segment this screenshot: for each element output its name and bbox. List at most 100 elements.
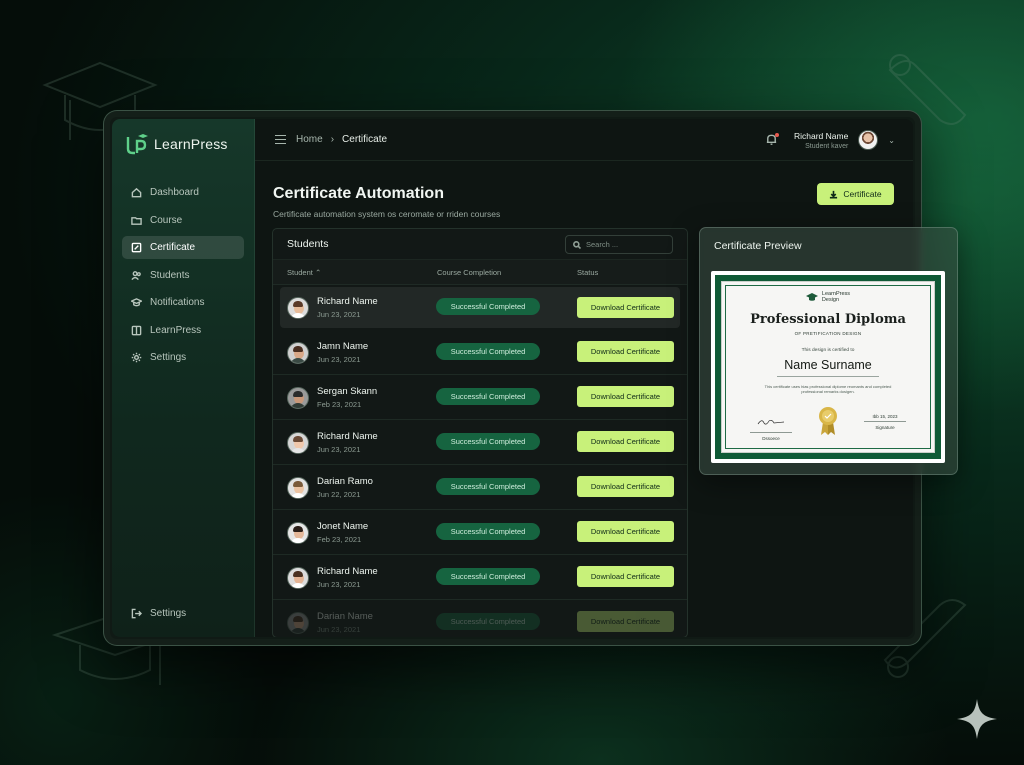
logo[interactable]: LearnPress	[126, 133, 228, 155]
avatar	[287, 386, 309, 409]
certificate-heading: Professional Diploma	[750, 312, 906, 327]
student-date: Jun 22, 2021	[317, 490, 361, 499]
table-row[interactable]: Darian Name Jun 23, 2021 Successful Comp…	[273, 600, 687, 637]
certificate-button[interactable]: Certificate	[817, 183, 894, 205]
student-date: Jun 23, 2021	[317, 625, 361, 634]
download-certificate-button[interactable]: Download Certificate	[577, 476, 674, 497]
breadcrumb-current: Certificate	[342, 134, 388, 145]
avatar	[287, 566, 309, 589]
table-row[interactable]: Richard Name Jun 23, 2021 Successful Com…	[280, 287, 680, 328]
table-row[interactable]: Richard Name Jun 23, 2021 Successful Com…	[273, 555, 687, 600]
status-badge: Successful Completed	[436, 433, 540, 450]
student-cell: Jonet Name Feb 23, 2021	[287, 510, 368, 555]
learnpress-logo-icon	[126, 133, 148, 155]
logout-icon	[131, 608, 142, 619]
certificate-certified-to: This design is certified to	[801, 348, 855, 353]
sidebar-item-course[interactable]: Course	[122, 209, 244, 232]
student-cell: Richard Name Jun 23, 2021	[287, 420, 378, 465]
user-role: Student kaver	[805, 142, 849, 150]
gold-seal-icon	[817, 406, 839, 436]
certificate-document[interactable]: LearnPress Design Professional Diploma OF…	[711, 271, 945, 463]
download-certificate-button[interactable]: Download Certificate	[577, 566, 674, 587]
gear-icon	[131, 352, 142, 363]
avatar	[287, 476, 309, 499]
table-row[interactable]: Jamn Name Jun 23, 2021 Successful Comple…	[273, 330, 687, 375]
column-header-status: Status	[577, 267, 599, 277]
notification-bell-icon[interactable]	[765, 133, 779, 147]
sidebar-nav: Dashboard Course Certificate Students No…	[122, 181, 244, 374]
sidebar-item-label: Course	[150, 214, 183, 226]
book-icon	[131, 325, 142, 336]
user-info[interactable]: Richard Name Student kaver	[794, 131, 848, 150]
student-cell: Sergan Skann Feb 23, 2021	[287, 375, 377, 420]
status-badge: Successful Completed	[436, 568, 540, 585]
table-row[interactable]: Jonet Name Feb 23, 2021 Successful Compl…	[273, 510, 687, 555]
sidebar-item-students[interactable]: Students	[122, 264, 244, 287]
menu-icon[interactable]	[275, 134, 286, 145]
certificate-date: Ibb 15, 2023	[872, 414, 898, 419]
table-row[interactable]: Richard Name Jun 23, 2021 Successful Com…	[273, 420, 687, 465]
student-cell: Richard Name Jun 23, 2021	[287, 287, 378, 328]
student-name: Richard Name	[317, 296, 378, 307]
student-name: Richard Name	[317, 431, 378, 442]
download-certificate-button[interactable]: Download Certificate	[577, 297, 674, 318]
graduation-cap-icon	[131, 297, 142, 308]
student-date: Jun 23, 2021	[317, 445, 361, 454]
sidebar-item-settings[interactable]: Settings	[122, 346, 244, 369]
download-certificate-button[interactable]: Download Certificate	[577, 431, 674, 452]
home-icon	[131, 187, 142, 198]
avatar	[287, 431, 309, 454]
certificate-right-signature: Ibb 15, 2023 Signature	[864, 414, 906, 430]
avatar[interactable]	[858, 130, 879, 150]
users-icon	[131, 270, 142, 281]
chevron-down-icon[interactable]: ⌄	[888, 136, 895, 145]
signature-scribble-icon	[757, 419, 785, 425]
table-row[interactable]: Darian Ramo Jun 22, 2021 Successful Comp…	[273, 465, 687, 510]
student-date: Feb 23, 2021	[317, 400, 362, 409]
brand-name: LearnPress	[154, 136, 228, 152]
status-badge: Successful Completed	[436, 298, 540, 315]
students-title: Students	[287, 238, 329, 250]
certificate-preview-title: Certificate Preview	[714, 240, 802, 252]
sidebar-bottom-settings[interactable]: Settings	[131, 608, 186, 619]
sidebar-item-label: Settings	[150, 352, 187, 363]
topbar: Home › Certificate Richard Name Student …	[255, 119, 913, 161]
column-header-completion: Course Completion	[437, 267, 502, 277]
download-icon	[830, 190, 838, 198]
download-certificate-button[interactable]: Download Certificate	[577, 611, 674, 632]
search-input[interactable]: Search ...	[565, 235, 673, 254]
students-card: Students Search ... Student ⌃ Course Com…	[272, 228, 688, 637]
search-placeholder: Search ...	[586, 240, 619, 249]
search-icon	[573, 240, 581, 249]
status-badge: Successful Completed	[436, 388, 540, 405]
page-title: Certificate Automation	[273, 185, 444, 202]
certificate-recipient: Name Surname	[784, 358, 872, 372]
certificate-description: This certificate uses hias professional …	[764, 384, 892, 394]
student-name: Darian Name	[317, 611, 373, 622]
folder-icon	[131, 215, 142, 226]
download-certificate-button[interactable]: Download Certificate	[577, 341, 674, 362]
student-cell: Jamn Name Jun 23, 2021	[287, 330, 368, 375]
sidebar-item-learnpress[interactable]: LearnPress	[122, 319, 244, 342]
download-certificate-button[interactable]: Download Certificate	[577, 521, 674, 542]
page-subtitle: Certificate automation system os ceromat…	[273, 209, 501, 219]
cert-brand-sub: Design	[821, 297, 840, 303]
certificate-subheading: OF PRETIFICATION DESIGN	[794, 331, 862, 336]
sidebar-item-label: Dashboard	[150, 187, 199, 198]
table-row[interactable]: Sergan Skann Feb 23, 2021 Successful Com…	[273, 375, 687, 420]
sidebar-item-notifications[interactable]: Notifications	[122, 291, 244, 314]
certificate-left-signature: Dssoece	[750, 414, 792, 441]
student-date: Feb 23, 2021	[317, 535, 362, 544]
right-signature-label: Signature	[875, 425, 895, 430]
sort-icon[interactable]: ⌃	[315, 268, 321, 277]
sidebar-item-certificate[interactable]: Certificate	[122, 236, 244, 259]
student-name: Darian Ramo	[317, 476, 373, 487]
column-header-student[interactable]: Student ⌃	[287, 268, 321, 277]
breadcrumb-home[interactable]: Home	[296, 134, 323, 145]
download-certificate-button[interactable]: Download Certificate	[577, 386, 674, 407]
student-rows: Richard Name Jun 23, 2021 Successful Com…	[273, 285, 687, 637]
status-badge: Successful Completed	[436, 343, 540, 360]
status-badge: Successful Completed	[436, 523, 540, 540]
sidebar-item-dashboard[interactable]: Dashboard	[122, 181, 244, 204]
student-name: Sergan Skann	[317, 386, 378, 397]
